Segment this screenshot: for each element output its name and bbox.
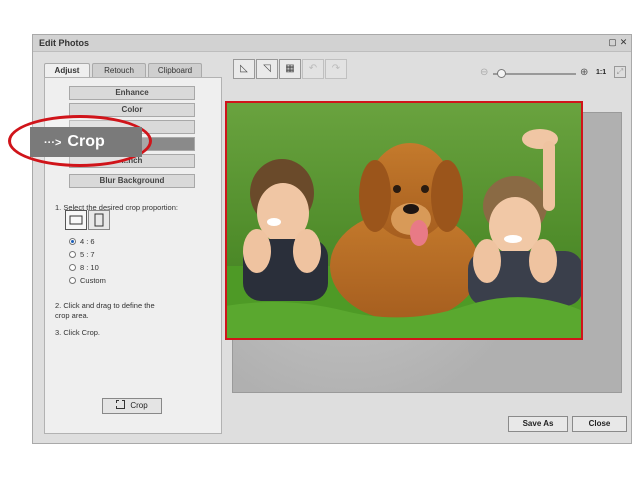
zoom-slider[interactable] <box>493 69 576 78</box>
zoom-slider-thumb[interactable] <box>497 69 507 78</box>
radio-label: 5 : 7 <box>80 250 95 259</box>
menu-item-blur-background[interactable]: Blur Background <box>69 174 195 188</box>
crop-button-label: Crop <box>130 401 148 410</box>
radio-circle-checked[interactable] <box>69 237 76 245</box>
crop-frame[interactable] <box>225 101 583 340</box>
instruction-step2-line2: crop area. <box>55 311 89 320</box>
tab-clipboard[interactable]: Clipboard <box>148 63 202 77</box>
radio-circle[interactable] <box>69 263 76 271</box>
landscape-proportion-button[interactable] <box>65 210 87 230</box>
window-title: Edit Photos <box>39 38 89 48</box>
radio-label: 4 : 6 <box>80 237 95 246</box>
portrait-proportion-button[interactable] <box>88 210 110 230</box>
radio-custom[interactable]: Custom <box>69 276 106 286</box>
zoom-level-label[interactable]: 1:1 <box>596 69 606 76</box>
crop-button[interactable]: Crop <box>102 398 162 414</box>
zoom-out-icon[interactable]: ⊖ <box>480 67 488 78</box>
radio-label: Custom <box>80 276 106 285</box>
close-button[interactable]: Close <box>572 416 627 432</box>
redo-button[interactable]: ↷ <box>325 59 347 79</box>
menu-item-enhance[interactable]: Enhance <box>69 86 195 100</box>
close-window-icon[interactable]: ✕ <box>619 38 628 47</box>
compare-button[interactable]: ▦ <box>279 59 301 79</box>
tab-retouch[interactable]: Retouch <box>92 63 146 77</box>
radio-5x7[interactable]: 5 : 7 <box>69 250 95 260</box>
rotate-left-button[interactable]: ◺ <box>233 59 255 79</box>
radio-8x10[interactable]: 8 : 10 <box>69 263 99 273</box>
instruction-step2-line1: 2. Click and drag to define the <box>55 301 155 310</box>
crop-menu-callout[interactable]: ···> Crop <box>30 127 142 157</box>
crop-icon <box>116 400 126 410</box>
portrait-icon <box>94 213 104 227</box>
arrow-icon: ···> <box>44 137 62 149</box>
zoom-in-icon[interactable]: ⊕ <box>580 67 588 78</box>
crop-callout-label: Crop <box>67 133 105 150</box>
rotate-right-icon: ◹ <box>263 63 271 74</box>
maximize-icon[interactable]: ▢ <box>608 38 617 47</box>
rotate-right-button[interactable]: ◹ <box>256 59 278 79</box>
title-bar: Edit Photos ▢ ✕ <box>33 35 631 52</box>
save-as-button[interactable]: Save As <box>508 416 568 432</box>
photo[interactable] <box>225 101 583 340</box>
radio-label: 8 : 10 <box>80 263 99 272</box>
radio-circle[interactable] <box>69 276 76 284</box>
tab-adjust[interactable]: Adjust <box>44 63 90 78</box>
radio-circle[interactable] <box>69 250 76 258</box>
instruction-step3: 3. Click Crop. <box>55 328 101 337</box>
undo-button[interactable]: ↶ <box>302 59 324 79</box>
rotate-left-icon: ◺ <box>240 63 248 74</box>
undo-icon: ↶ <box>308 63 318 74</box>
compare-icon: ▦ <box>285 63 295 74</box>
fit-to-window-icon[interactable]: ⤢ <box>614 66 626 78</box>
landscape-icon <box>69 215 83 225</box>
radio-4x6[interactable]: 4 : 6 <box>69 237 95 247</box>
redo-icon: ↷ <box>331 63 341 74</box>
